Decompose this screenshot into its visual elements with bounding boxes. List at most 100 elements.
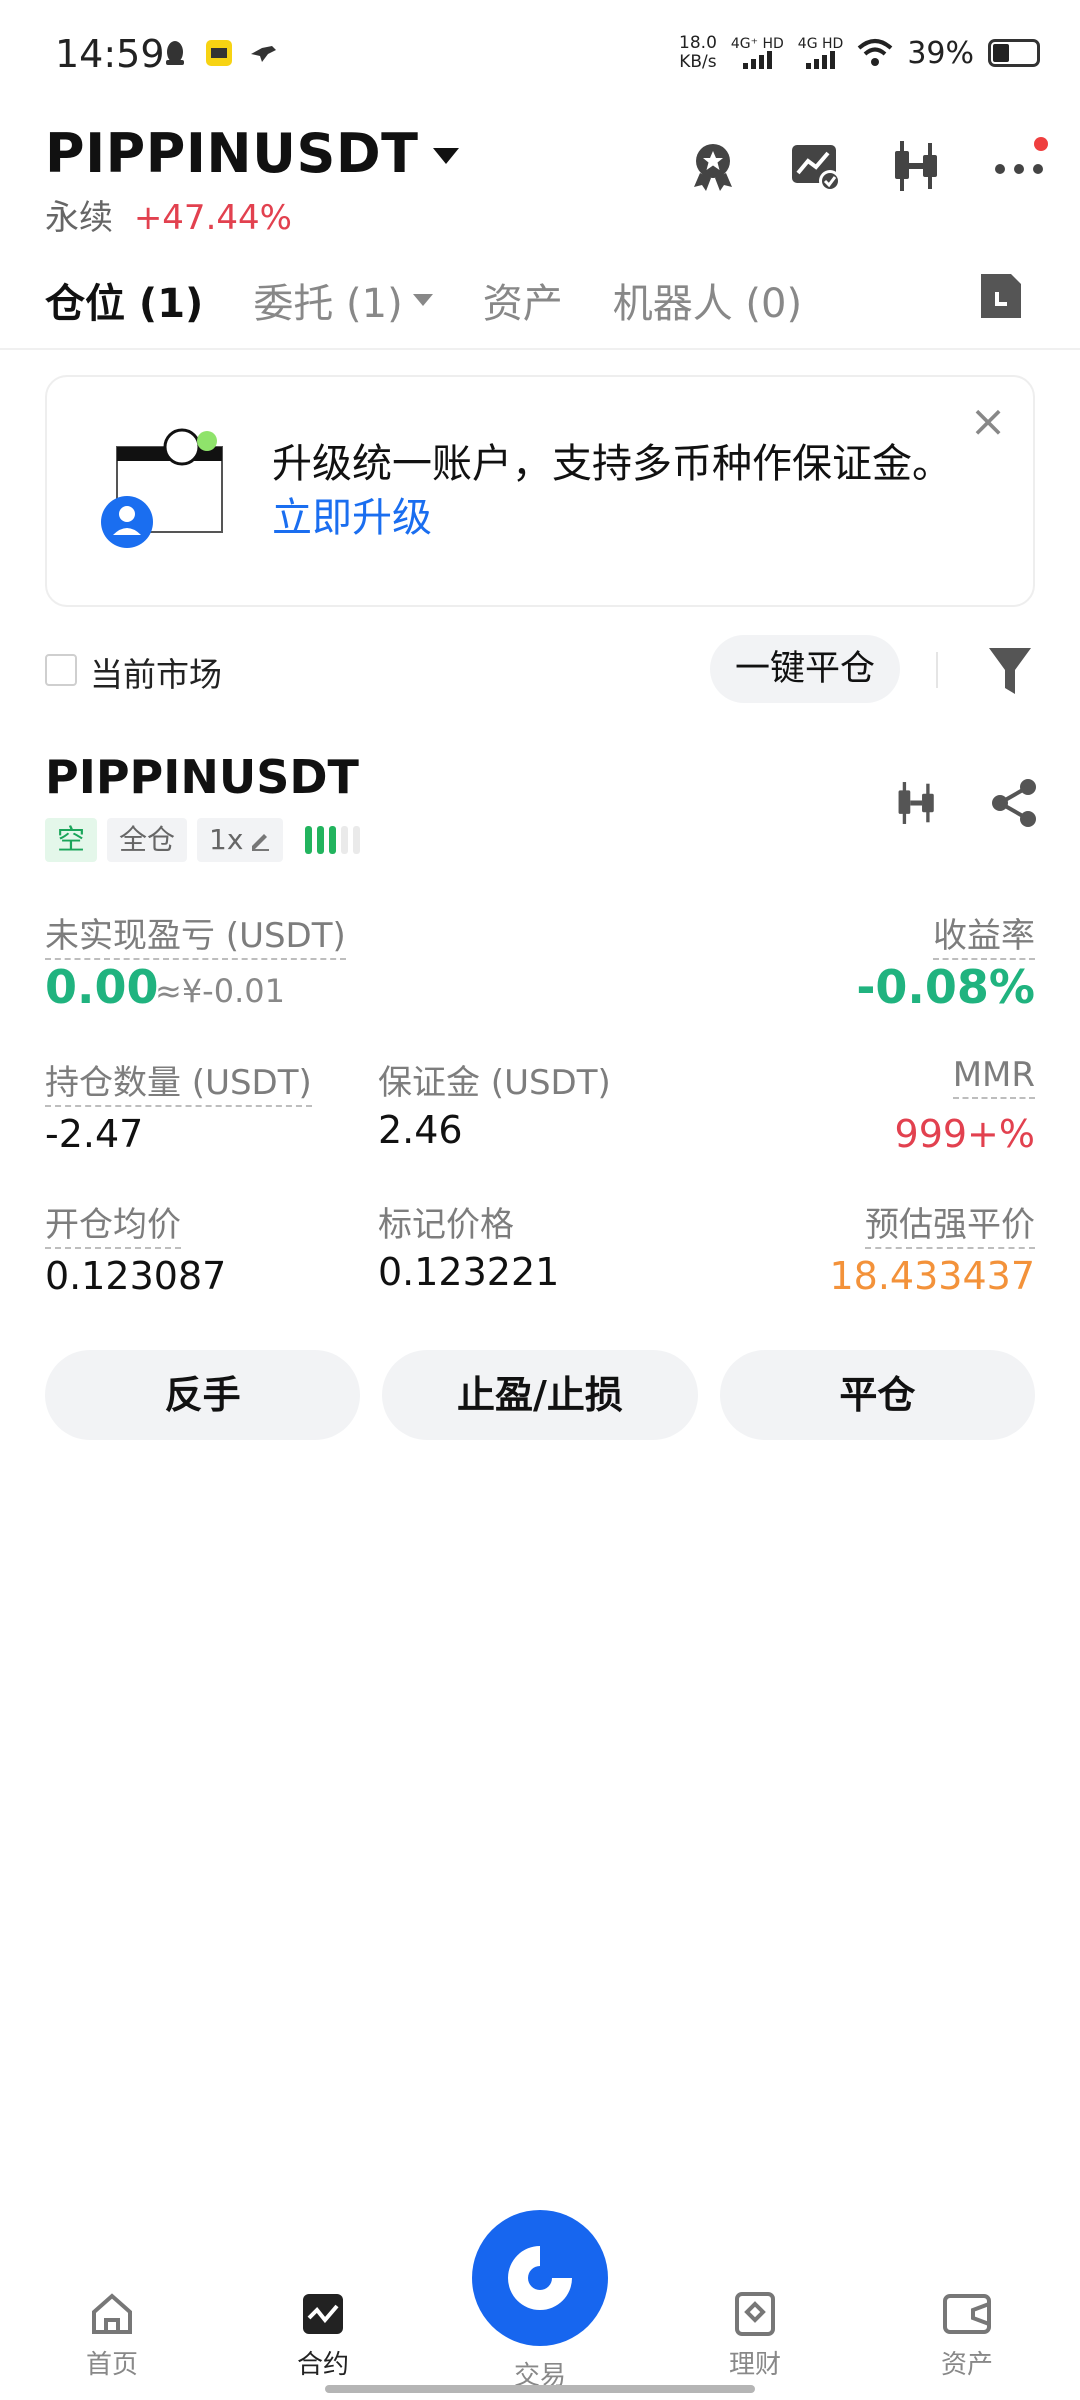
home-indicator: [325, 2385, 755, 2393]
banner-text: 升级统一账户，支持多币种作保证金。 立即升级: [272, 437, 962, 545]
sim2-label: 4G HD: [797, 36, 844, 52]
tab-positions[interactable]: 仓位 (1): [45, 271, 203, 329]
size-label: 持仓数量 (USDT): [45, 1055, 312, 1107]
more-menu[interactable]: [988, 135, 1050, 197]
status-bar: 14:59 18.0 KB/s 4G⁺ HD 4G HD 39%: [0, 0, 1080, 110]
margin-value: 2.46: [378, 1108, 463, 1152]
status-time: 14:59: [55, 32, 165, 76]
status-right: 18.0 KB/s 4G⁺ HD 4G HD 39%: [679, 34, 1040, 72]
close-all-button[interactable]: 一键平仓: [709, 635, 900, 703]
unrealized-pnl-cny: ≈¥-0.01: [155, 972, 285, 1010]
upgrade-link[interactable]: 立即升级: [272, 495, 432, 541]
risk-level-indicator: [305, 826, 361, 854]
tab-bots[interactable]: 机器人 (0): [613, 271, 802, 329]
size-value: -2.47: [45, 1112, 144, 1156]
risk-bar: [329, 826, 337, 854]
tab-label: 资产: [482, 281, 563, 327]
wifi-icon: [857, 39, 893, 66]
battery-percent: 39%: [907, 35, 974, 71]
entry-price-value: 0.123087: [45, 1254, 227, 1298]
unified-account-illustration: [101, 428, 223, 548]
signal-sim1: 4G⁺ HD: [731, 37, 784, 69]
filter-row: 当前市场 一键平仓: [45, 630, 1035, 710]
bird-icon: [251, 46, 276, 62]
roe-label: 收益率: [933, 908, 1035, 960]
risk-bar: [317, 826, 325, 854]
share-icon[interactable]: [988, 775, 1040, 831]
speed-value: 18.0: [679, 33, 717, 53]
chart-check-icon[interactable]: [784, 135, 846, 197]
symbol-selector[interactable]: PIPPINUSDT: [45, 122, 459, 185]
award-icon[interactable]: [682, 135, 744, 197]
current-market-label: 当前市场: [90, 655, 222, 694]
leverage-tag[interactable]: 1x: [197, 818, 284, 862]
roe-value: -0.08%: [856, 960, 1035, 1014]
tp-sl-button[interactable]: 止盈/止损: [382, 1350, 698, 1440]
nav-label: 合约: [296, 2350, 349, 2380]
wallet-icon: [943, 2294, 991, 2334]
filter-icon[interactable]: [985, 642, 1035, 698]
bottom-nav: 首页 合约 交易 理财 资产: [0, 2200, 1080, 2400]
app-notification-icon: [206, 40, 232, 66]
position-tabs: 仓位 (1) 委托 (1) 资产 机器人 (0): [45, 260, 1035, 340]
banner-message: 升级统一账户，支持多币种作保证金。: [272, 441, 952, 487]
close-position-button[interactable]: 平仓: [719, 1350, 1035, 1440]
trade-icon: [508, 2246, 572, 2310]
signal-bars-icon: [742, 51, 772, 69]
divider: [0, 348, 1080, 350]
upgrade-banner[interactable]: 升级统一账户，支持多币种作保证金。 立即升级 ×: [45, 375, 1035, 607]
mark-price-value: 0.123221: [378, 1250, 560, 1294]
risk-bar: [305, 826, 313, 854]
speed-unit: KB/s: [679, 52, 717, 72]
mmr-label: MMR: [952, 1055, 1035, 1099]
nav-earn[interactable]: 理财: [685, 2290, 825, 2381]
nav-home[interactable]: 首页: [42, 2290, 182, 2381]
mmr-value: 999+%: [894, 1112, 1035, 1156]
position-actions: [891, 775, 1040, 831]
edit-icon: [252, 834, 270, 851]
header-actions: [682, 135, 1050, 197]
candlestick-icon[interactable]: [886, 135, 948, 197]
reverse-button[interactable]: 反手: [45, 1350, 361, 1440]
futures-icon: [303, 2294, 343, 2334]
caret-down-icon: [432, 147, 459, 164]
position-symbol: PIPPINUSDT: [45, 750, 359, 804]
nav-assets[interactable]: 资产: [897, 2290, 1037, 2381]
network-speed: 18.0 KB/s: [679, 34, 717, 72]
liq-price-label: 预估强平价: [865, 1197, 1035, 1249]
nav-trade-button[interactable]: [472, 2210, 608, 2346]
tab-label: 仓位 (1): [45, 281, 204, 327]
label-text: 预估强平价: [865, 1205, 1035, 1249]
margin-mode-tag: 全仓: [107, 818, 188, 862]
symbol-title: PIPPINUSDT: [45, 122, 419, 185]
side-tag: 空: [45, 818, 98, 862]
earn-icon: [735, 2292, 775, 2336]
unrealized-pnl-label: 未实现盈亏 (USDT): [45, 908, 346, 960]
entry-price-label: 开仓均价: [45, 1197, 181, 1249]
tab-assets[interactable]: 资产: [483, 271, 563, 329]
nav-futures[interactable]: 合约: [253, 2290, 393, 2381]
divider: [936, 652, 938, 688]
tab-orders[interactable]: 委托 (1): [253, 271, 433, 329]
leverage-value: 1x: [209, 823, 244, 856]
current-market-checkbox[interactable]: [45, 654, 77, 686]
notification-icons: [160, 38, 278, 68]
risk-bar: [341, 826, 349, 854]
label-text: MMR: [952, 1055, 1035, 1099]
history-icon[interactable]: [977, 270, 1025, 322]
position-tags: 空 全仓 1x: [45, 818, 361, 862]
tab-label: 委托 (1): [253, 281, 403, 327]
qq-icon: [166, 41, 184, 65]
label-text: 开仓均价: [45, 1205, 181, 1249]
liq-price-value: 18.433437: [829, 1254, 1036, 1298]
close-icon[interactable]: ×: [968, 400, 1008, 444]
nav-label: 首页: [85, 2350, 138, 2380]
margin-label: 保证金 (USDT): [378, 1063, 611, 1103]
candlestick-icon[interactable]: [891, 775, 943, 831]
mark-price-label: 标记价格: [378, 1205, 514, 1245]
risk-bar: [353, 826, 361, 854]
label-text: 收益率: [933, 916, 1035, 960]
signal-bars-icon: [806, 51, 836, 69]
tab-label: 机器人 (0): [612, 281, 803, 327]
nav-label: 理财: [728, 2350, 781, 2380]
